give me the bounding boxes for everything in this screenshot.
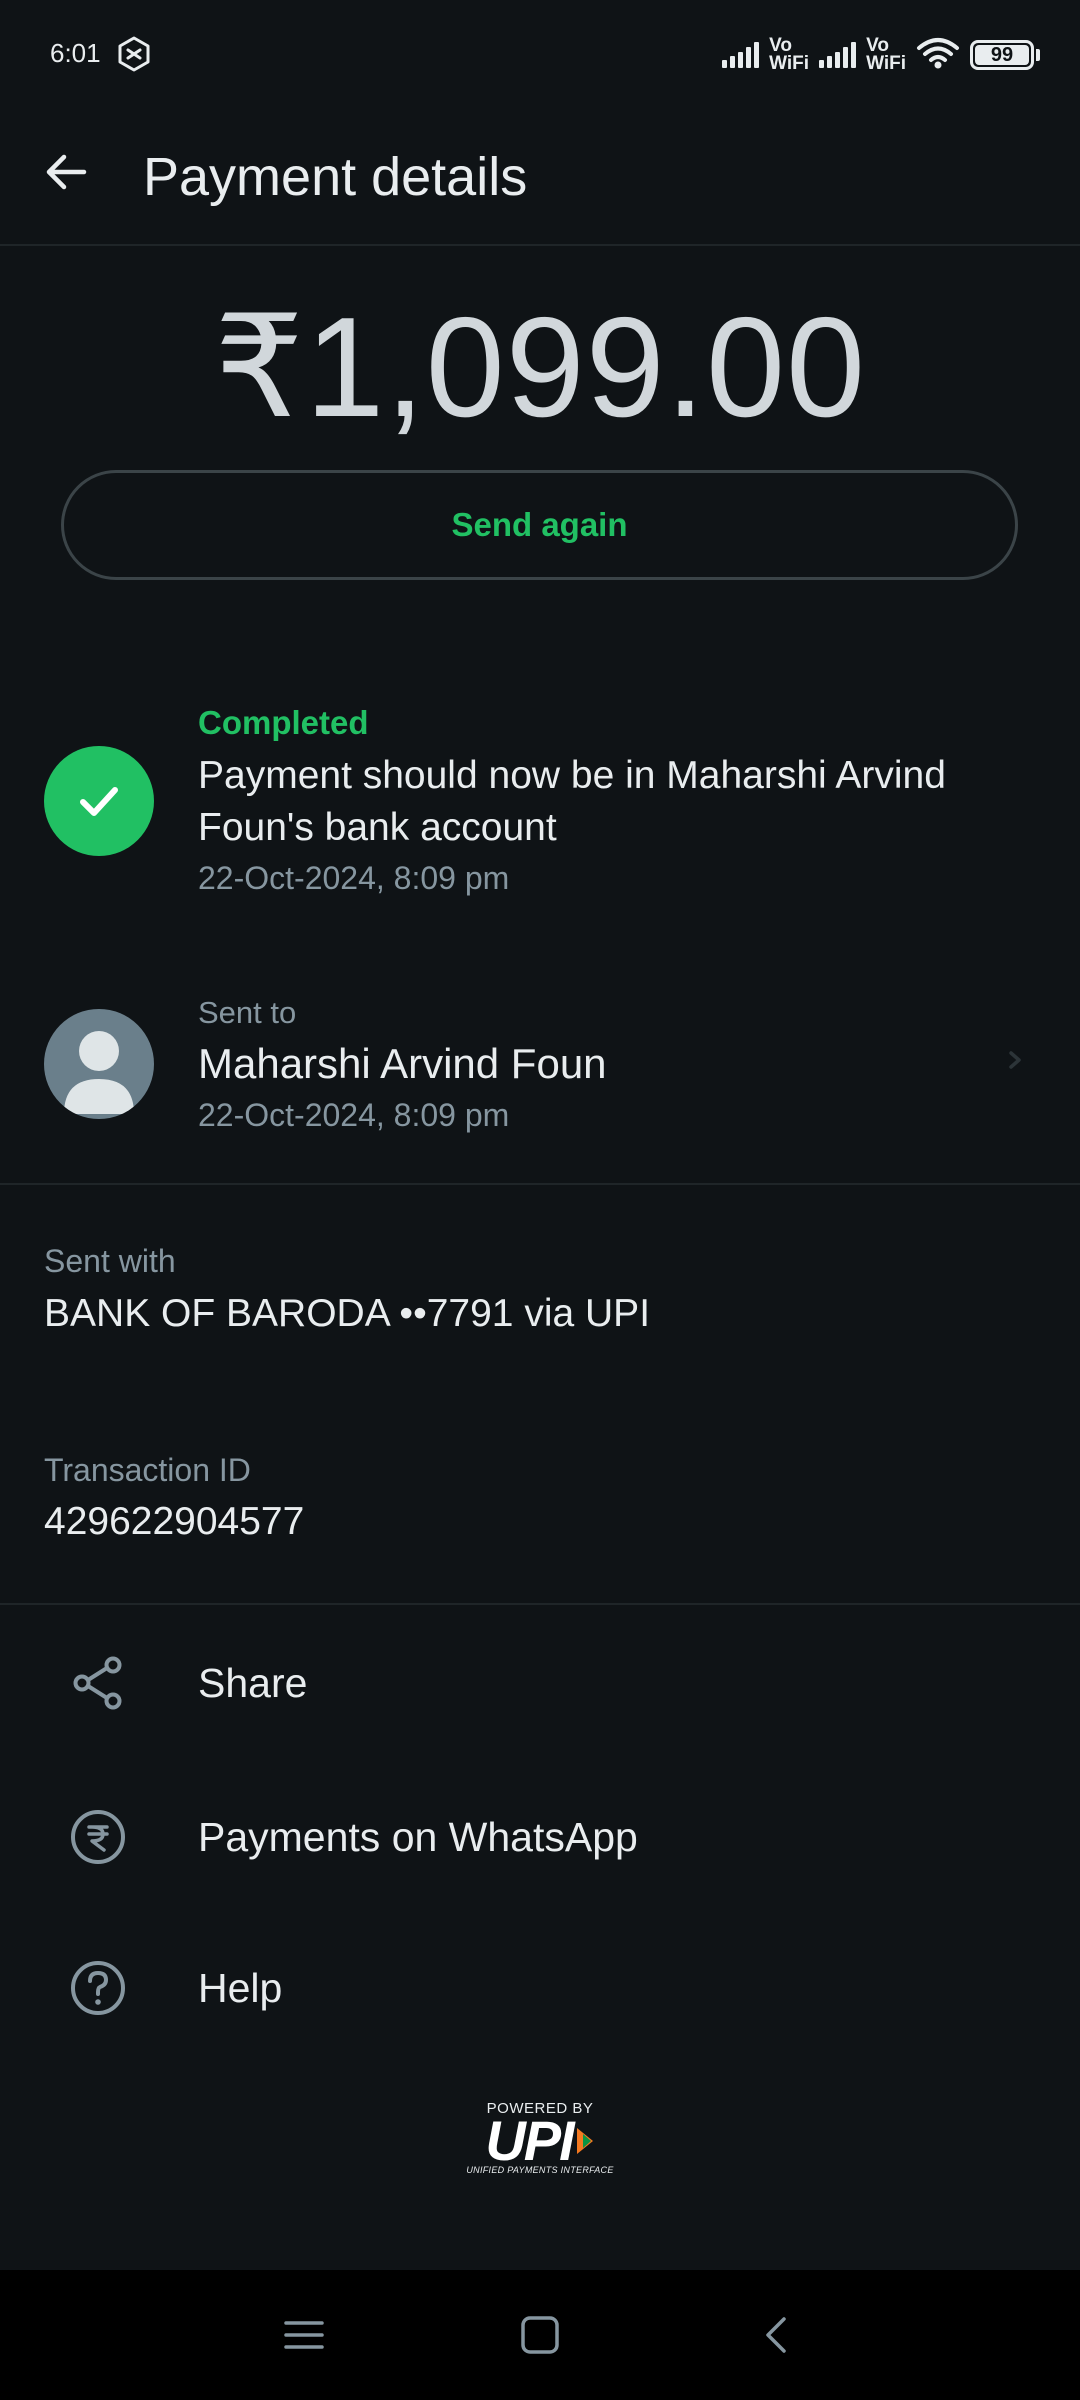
menu-nav-button[interactable] bbox=[274, 2305, 334, 2365]
sent-with-label: Sent with bbox=[44, 1243, 176, 1279]
recipient-row[interactable]: Sent to Maharshi Arvind Foun 22-Oct-2024… bbox=[0, 985, 1080, 1155]
transaction-id-label: Transaction ID bbox=[44, 1452, 251, 1488]
status-timestamp: 22-Oct-2024, 8:09 pm bbox=[198, 860, 510, 896]
chevron-right-icon bbox=[1003, 1045, 1027, 1075]
status-bar: 6:01 Vo WiFi Vo WiFi 99 bbox=[0, 0, 1080, 110]
avatar bbox=[44, 1009, 154, 1119]
send-again-button[interactable]: Send again bbox=[61, 470, 1018, 580]
home-nav-button[interactable] bbox=[510, 2305, 570, 2365]
menu-icon bbox=[284, 2321, 324, 2349]
help-row[interactable]: Help bbox=[0, 1923, 1080, 2053]
share-label: Share bbox=[198, 1660, 308, 1706]
payments-on-whatsapp-label: Payments on WhatsApp bbox=[198, 1814, 638, 1860]
upi-logo: POWERED BY UPI UNIFIED PAYMENTS INTERFAC… bbox=[460, 2100, 620, 2180]
app-bar: Payment details bbox=[0, 110, 1080, 246]
recipient-name: Maharshi Arvind Foun bbox=[198, 1040, 607, 1087]
status-icons: Vo WiFi Vo WiFi 99 bbox=[722, 30, 1040, 80]
help-label: Help bbox=[198, 1965, 283, 2011]
signal-icon bbox=[722, 42, 760, 68]
back-button[interactable] bbox=[36, 142, 96, 202]
vowifi-label-2: Vo WiFi bbox=[866, 35, 906, 74]
back-nav-button[interactable] bbox=[746, 2305, 806, 2365]
shazam-icon bbox=[114, 34, 154, 74]
payment-details-screen: 6:01 Vo WiFi Vo WiFi 99 Payment details … bbox=[0, 0, 1080, 2400]
upi-arrow-icon bbox=[576, 2128, 593, 2154]
share-icon bbox=[66, 1651, 130, 1715]
payment-amount: ₹1,099.00 bbox=[213, 288, 867, 447]
back-icon bbox=[766, 2317, 786, 2353]
sent-with-value: BANK OF BARODA ••7791 via UPI bbox=[44, 1292, 651, 1335]
status-time: 6:01 bbox=[50, 38, 101, 68]
payment-status-row: Completed Payment should now be in Mahar… bbox=[0, 700, 1080, 900]
wifi-icon bbox=[916, 36, 960, 75]
recipient-timestamp: 22-Oct-2024, 8:09 pm bbox=[198, 1097, 510, 1133]
battery-icon: 99 bbox=[970, 40, 1034, 70]
status-label: Completed bbox=[198, 704, 369, 741]
page-title: Payment details bbox=[143, 147, 528, 207]
sent-to-label: Sent to bbox=[198, 995, 297, 1030]
transaction-id-value: 429622904577 bbox=[44, 1500, 305, 1543]
status-message: Payment should now be in Maharshi Arvind… bbox=[198, 754, 946, 849]
navigation-bar bbox=[0, 2270, 1080, 2400]
check-icon bbox=[44, 746, 154, 856]
divider bbox=[0, 1183, 1080, 1185]
arrow-left-icon bbox=[46, 154, 87, 190]
battery-level: 99 bbox=[990, 43, 1014, 66]
upi-wordmark: UPI bbox=[485, 2109, 574, 2172]
help-circle-icon bbox=[66, 1956, 130, 2020]
signal-icon bbox=[819, 42, 857, 68]
payments-on-whatsapp-row[interactable]: Payments on WhatsApp bbox=[0, 1772, 1080, 1902]
divider bbox=[0, 1603, 1080, 1605]
vowifi-label-1: Vo WiFi bbox=[769, 35, 810, 74]
rupee-circle-icon bbox=[66, 1805, 130, 1869]
share-row[interactable]: Share bbox=[0, 1618, 1080, 1748]
home-icon bbox=[521, 2316, 559, 2354]
